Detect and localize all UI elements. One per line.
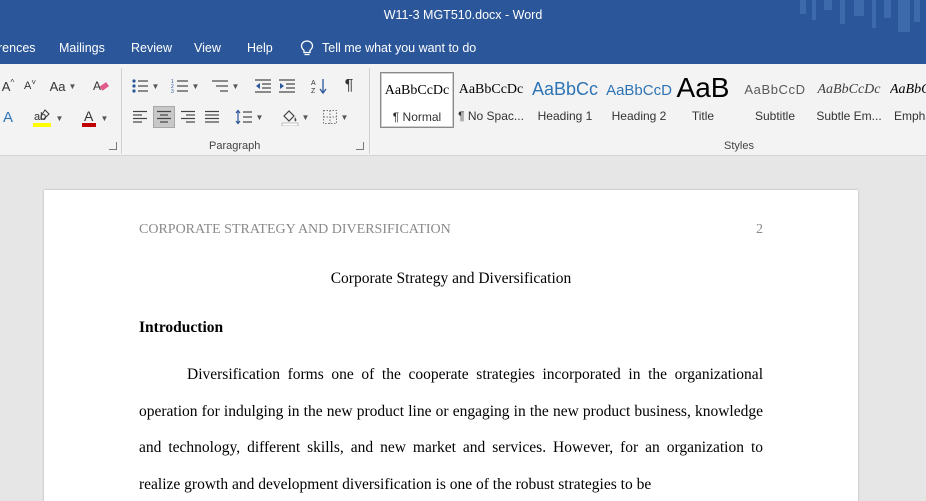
style-heading-1[interactable]: AaBbCc Heading 1 bbox=[528, 72, 602, 128]
style-title[interactable]: AaB Title bbox=[666, 72, 740, 128]
pilcrow-icon: ¶ bbox=[344, 77, 354, 94]
lightbulb-icon bbox=[300, 40, 314, 56]
change-case-button[interactable]: Aa ▼ bbox=[46, 76, 80, 96]
document-page[interactable]: CORPORATE STRATEGY AND DIVERSIFICATION 2… bbox=[44, 190, 858, 501]
font-color-button[interactable]: A ▼ bbox=[76, 107, 112, 129]
body-paragraph: Diversification forms one of the coopera… bbox=[139, 366, 763, 493]
style-sample: AaBbCc bbox=[531, 79, 599, 99]
align-right-button[interactable] bbox=[178, 106, 198, 128]
font-dialog-launcher[interactable] bbox=[109, 142, 117, 150]
align-center-icon bbox=[157, 110, 171, 123]
style-no-spacing[interactable]: AaBbCcDc ¶ No Spac... bbox=[454, 72, 528, 128]
text-effects-button[interactable]: A bbox=[0, 107, 18, 127]
align-center-button[interactable] bbox=[153, 106, 175, 128]
style-subtitle[interactable]: AaBbCcD Subtitle bbox=[738, 72, 812, 128]
align-left-button[interactable] bbox=[130, 106, 150, 128]
svg-text:A: A bbox=[84, 108, 94, 124]
line-spacing-button[interactable]: ▼ bbox=[232, 106, 266, 128]
page-number: 2 bbox=[756, 222, 763, 237]
title-bar-decoration bbox=[796, 0, 926, 32]
highlight-color-button[interactable]: ab ▼ bbox=[26, 107, 68, 129]
grow-font-button[interactable]: A ^ bbox=[0, 76, 18, 96]
justify-button[interactable] bbox=[202, 106, 222, 128]
highlighter-icon: ab bbox=[32, 109, 51, 127]
tell-me-search[interactable]: Tell me what you want to do bbox=[300, 40, 476, 56]
window-title: W11-3 MGT510.docx - Word bbox=[383, 8, 543, 22]
style-name: ¶ Normal bbox=[392, 110, 442, 124]
tab-mailings[interactable]: Mailings bbox=[59, 41, 105, 55]
decrease-indent-button[interactable] bbox=[252, 75, 274, 97]
svg-text:A: A bbox=[93, 79, 101, 93]
style-subtle-emphasis[interactable]: AaBbCcDc Subtle Em... bbox=[812, 72, 886, 128]
decrease-indent-icon bbox=[255, 79, 271, 93]
paragraph-dialog-launcher[interactable] bbox=[356, 142, 364, 150]
style-sample: AaBbCcD bbox=[606, 82, 672, 99]
style-sample: AaBbCcD bbox=[744, 82, 806, 97]
style-name: Heading 2 bbox=[611, 109, 667, 123]
group-divider bbox=[121, 68, 122, 154]
ribbon-tabs: rences Mailings Review View Help Tell me… bbox=[0, 32, 926, 64]
font-color-icon: A bbox=[81, 108, 96, 127]
group-divider bbox=[369, 68, 370, 154]
style-emphasis[interactable]: AaBbCc Empha bbox=[886, 72, 926, 128]
numbering-button[interactable]: 1 2 3 ▼ bbox=[168, 75, 202, 97]
styles-group-label: Styles bbox=[724, 140, 754, 152]
section-heading: Introduction bbox=[139, 319, 224, 336]
running-header: CORPORATE STRATEGY AND DIVERSIFICATION bbox=[139, 222, 451, 237]
borders-button[interactable]: ▼ bbox=[318, 106, 352, 128]
style-name: Subtitle bbox=[754, 109, 796, 123]
svg-text:A: A bbox=[311, 80, 316, 87]
style-sample: AaB bbox=[676, 72, 730, 103]
numbering-icon: 1 2 3 bbox=[171, 79, 188, 94]
style-name: Empha bbox=[894, 109, 926, 123]
shading-button[interactable]: ▼ bbox=[278, 106, 312, 128]
style-heading-2[interactable]: AaBbCcD Heading 2 bbox=[602, 72, 676, 128]
tab-references[interactable]: rences bbox=[0, 41, 36, 55]
justify-icon bbox=[205, 110, 219, 123]
sort-icon: A Z bbox=[311, 79, 327, 95]
tab-help[interactable]: Help bbox=[247, 41, 273, 55]
multilevel-list-icon bbox=[211, 80, 228, 92]
eraser-icon: A bbox=[93, 79, 109, 93]
style-name: Subtle Em... bbox=[816, 109, 882, 123]
increase-indent-icon bbox=[279, 79, 295, 93]
line-spacing-icon bbox=[235, 109, 252, 125]
clear-formatting-button[interactable]: A bbox=[90, 76, 112, 96]
ribbon: A ^ A ˅ Aa ▼ A A ab ▼ A ▼ ▼ 1 2 3 ▼ ▼ A … bbox=[0, 64, 926, 156]
sort-button[interactable]: A Z bbox=[308, 75, 330, 97]
show-formatting-marks-button[interactable]: ¶ bbox=[338, 75, 360, 97]
svg-text:Z: Z bbox=[311, 88, 316, 95]
style-sample: AaBbCcDc bbox=[384, 83, 450, 98]
tab-review[interactable]: Review bbox=[131, 41, 172, 55]
tell-me-label: Tell me what you want to do bbox=[322, 41, 477, 55]
style-normal[interactable]: AaBbCcDc ¶ Normal bbox=[380, 72, 454, 128]
shrink-font-button[interactable]: A ˅ bbox=[20, 76, 40, 96]
paragraph-group-label: Paragraph bbox=[209, 140, 261, 152]
title-bar: W11-3 MGT510.docx - Word bbox=[0, 0, 926, 32]
style-name: ¶ No Spac... bbox=[458, 109, 524, 123]
styles-gallery: AaBbCcDc ¶ Normal AaBbCcDc ¶ No Spac... … bbox=[376, 72, 926, 128]
change-case-label: Aa bbox=[49, 78, 66, 94]
style-sample: AaBbCcDc bbox=[817, 82, 881, 97]
style-sample: AaBbCc bbox=[890, 82, 926, 97]
style-name: Heading 1 bbox=[537, 109, 593, 123]
bullets-icon bbox=[131, 79, 148, 93]
align-left-icon bbox=[133, 110, 147, 123]
multilevel-list-button[interactable]: ▼ bbox=[208, 75, 242, 97]
svg-text:3: 3 bbox=[171, 89, 174, 94]
borders-icon bbox=[322, 110, 337, 124]
align-right-icon bbox=[181, 110, 195, 123]
document-title: Corporate Strategy and Diversification bbox=[330, 270, 572, 287]
tab-view[interactable]: View bbox=[194, 41, 221, 55]
increase-indent-button[interactable] bbox=[276, 75, 298, 97]
style-name: Title bbox=[691, 109, 715, 123]
bullets-button[interactable]: ▼ bbox=[128, 75, 162, 97]
svg-text:ab: ab bbox=[34, 111, 46, 123]
paint-bucket-icon bbox=[281, 110, 298, 126]
style-sample: AaBbCcDc bbox=[458, 82, 524, 97]
